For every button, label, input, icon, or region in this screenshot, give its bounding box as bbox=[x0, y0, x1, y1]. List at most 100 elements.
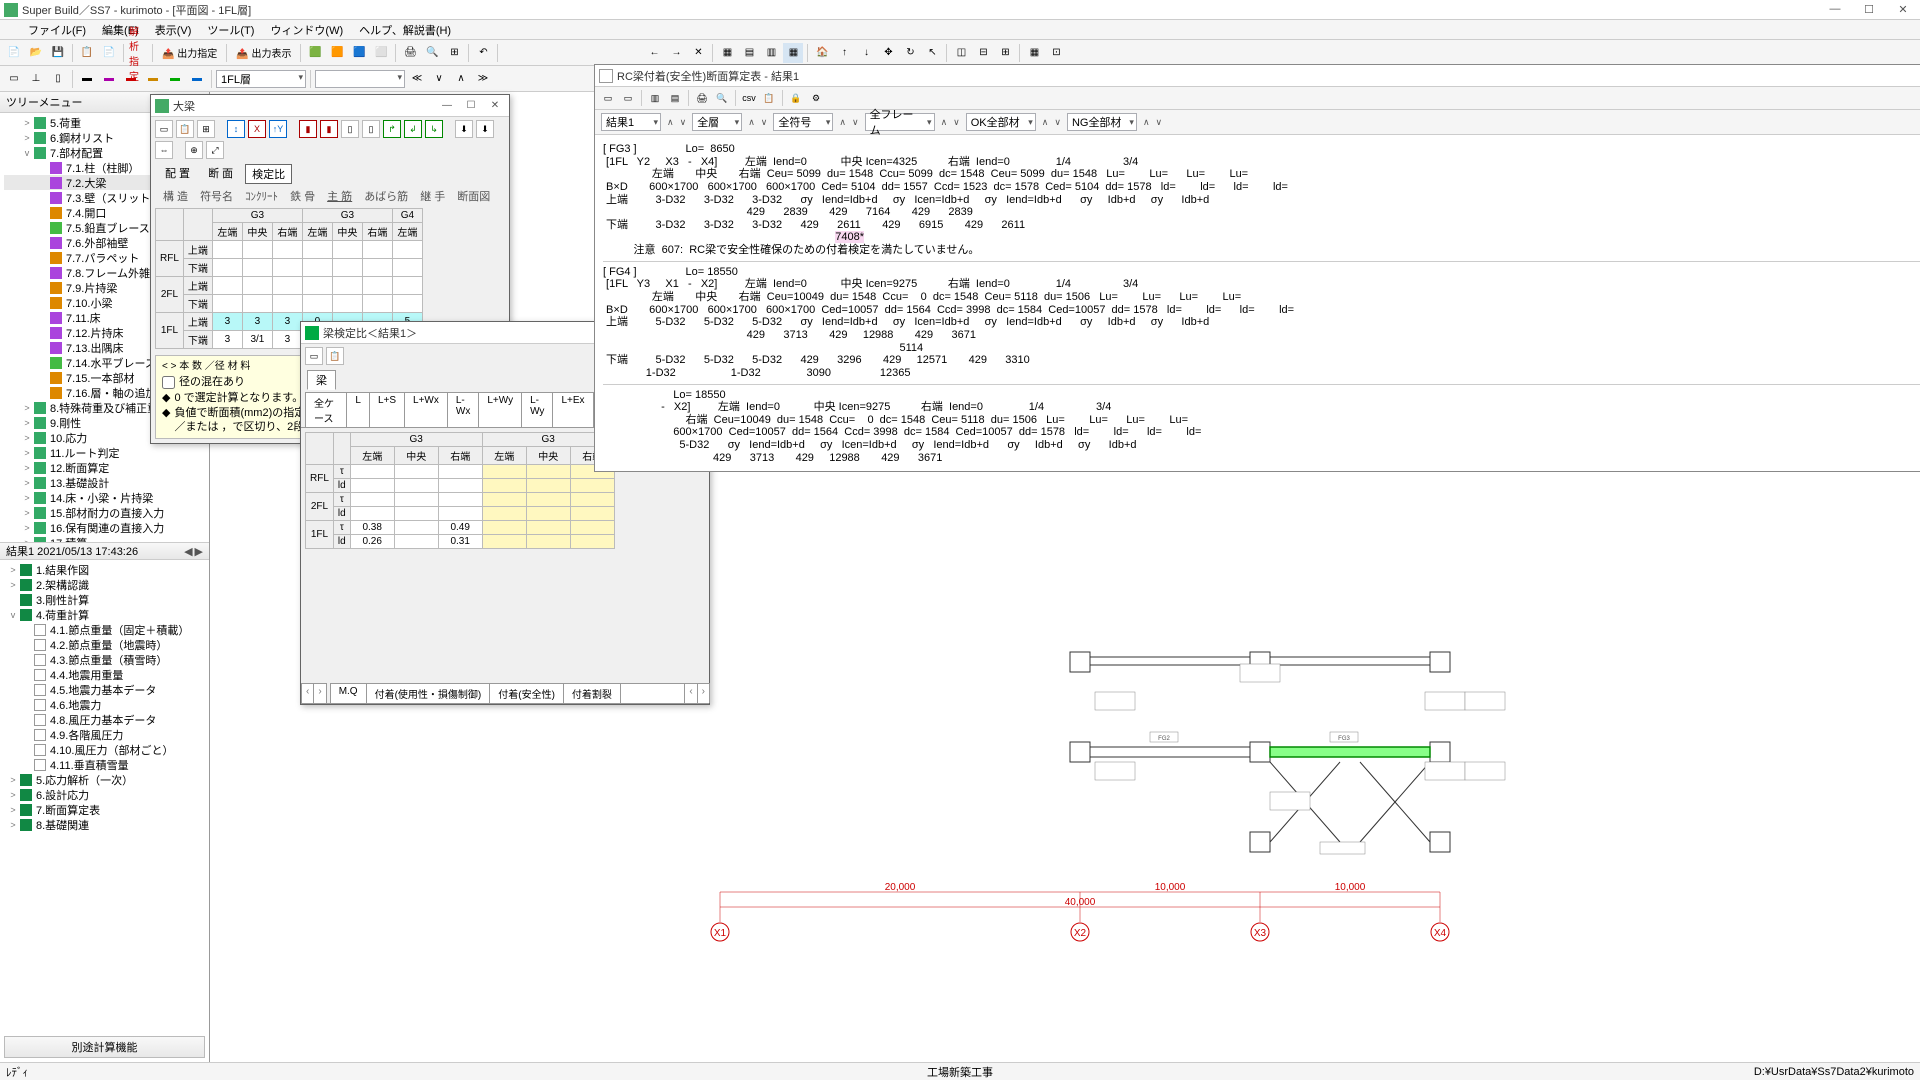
tb2-col3-icon[interactable]: ▬ bbox=[121, 69, 141, 89]
tab-kentei[interactable]: 検定比 bbox=[245, 164, 292, 184]
oobari-min-button[interactable]: — bbox=[437, 100, 457, 111]
tab-haichi[interactable]: 配 置 bbox=[159, 164, 196, 184]
tb-w4-icon[interactable]: ▦ bbox=[1024, 43, 1044, 63]
layer-select-2[interactable] bbox=[315, 70, 405, 88]
wtb-g3-icon[interactable]: ↳ bbox=[425, 120, 443, 138]
tb-home-icon[interactable]: 🏠 bbox=[812, 43, 832, 63]
tb-fwd-icon[interactable]: → bbox=[666, 43, 686, 63]
sub-fugou[interactable]: 符号名 bbox=[196, 188, 237, 204]
filter-ok[interactable]: OK全部材 bbox=[966, 113, 1036, 131]
tb-new-icon[interactable]: 📄 bbox=[4, 43, 24, 63]
rc-adhesion-window[interactable]: RC梁付着(安全性)断面算定表 - 結果1 — ☐ ✕ ▭▭ ▥▤ 🖨🔍 csv… bbox=[594, 64, 1920, 472]
tb-undo-icon[interactable]: ↶ bbox=[473, 43, 493, 63]
wtb-r2-icon[interactable]: ▮ bbox=[320, 120, 338, 138]
tab-danmen[interactable]: 断 面 bbox=[202, 164, 239, 184]
filter-ng[interactable]: NG全部材 bbox=[1067, 113, 1137, 131]
tree-node[interactable]: >13.基礎設計 bbox=[4, 475, 209, 490]
tb-c-icon[interactable]: 🟦 bbox=[349, 43, 369, 63]
tree-node[interactable]: 4.6.地震力 bbox=[4, 697, 209, 712]
case-tab[interactable]: L-Wy bbox=[521, 392, 553, 427]
maximize-button[interactable]: ☐ bbox=[1856, 3, 1882, 16]
case-tab[interactable]: L+S bbox=[369, 392, 405, 427]
oobari-max-button[interactable]: ☐ bbox=[461, 100, 481, 111]
wtb-sort-icon[interactable]: ↕ bbox=[227, 120, 245, 138]
dtb-lock-icon[interactable]: 🔒 bbox=[787, 89, 805, 107]
tb-zoom-icon[interactable]: 🔍 bbox=[422, 43, 442, 63]
sub-kouzo[interactable]: 構 造 bbox=[159, 188, 192, 204]
kentei-grid[interactable]: G3G3左端中央右端左端中央右端RFLτld2FLτld1FLτ0.380.49… bbox=[305, 432, 615, 549]
tb-d-icon[interactable]: ⬜ bbox=[371, 43, 391, 63]
tb2-a-icon[interactable]: ▭ bbox=[4, 69, 24, 89]
tree-node[interactable]: >8.基礎関連 bbox=[4, 817, 209, 832]
filter-sign[interactable]: 全符号 bbox=[773, 113, 833, 131]
tb2-nav1-icon[interactable]: ≪ bbox=[407, 69, 427, 89]
dtb-print-icon[interactable]: 🖨 bbox=[693, 89, 711, 107]
tb-grid4-icon[interactable]: ▦ bbox=[783, 43, 803, 63]
tree-node[interactable]: >15.部材耐力の直接入力 bbox=[4, 505, 209, 520]
btab-adh2[interactable]: 付着(安全性) bbox=[489, 683, 564, 703]
tree-node[interactable]: >16.保有関連の直接入力 bbox=[4, 520, 209, 535]
ktb-1-icon[interactable]: ▭ bbox=[305, 347, 323, 365]
plan-drawing[interactable]: 20,000 10,000 10,000 40,000 X1 X2 X3 X4 bbox=[500, 462, 1920, 1062]
case-tab[interactable]: L+Ex bbox=[552, 392, 593, 427]
tree-node[interactable]: >5.応力解析（一次） bbox=[4, 772, 209, 787]
tb2-b-icon[interactable]: ⊥ bbox=[26, 69, 46, 89]
dock-data[interactable]: [ FG3 ] Lo= 8650 [1FL Y2 X3 - X4] 左端 Ien… bbox=[595, 135, 1920, 461]
tb-fit-icon[interactable]: ⊞ bbox=[444, 43, 464, 63]
extra-calc-button[interactable]: 別途計算機能 bbox=[4, 1036, 205, 1058]
tree-node[interactable]: 4.2.節点重量（地震時） bbox=[4, 637, 209, 652]
tree-node[interactable]: 3.剛性計算 bbox=[4, 592, 209, 607]
tb-move-icon[interactable]: ✥ bbox=[878, 43, 898, 63]
tree-node[interactable]: >1.結果作図 bbox=[4, 562, 209, 577]
wtb-r3-icon[interactable]: ▯ bbox=[341, 120, 359, 138]
tree-node[interactable]: 4.4.地震用重量 bbox=[4, 667, 209, 682]
tree-node[interactable]: >11.ルート判定 bbox=[4, 445, 209, 460]
wtb-r4-icon[interactable]: ▯ bbox=[362, 120, 380, 138]
tb-save-icon[interactable]: 💾 bbox=[48, 43, 68, 63]
wtb-2-icon[interactable]: 📋 bbox=[176, 120, 194, 138]
tb-w5-icon[interactable]: ⊡ bbox=[1046, 43, 1066, 63]
tree-node[interactable]: >14.床・小梁・片持梁 bbox=[4, 490, 209, 505]
tree-node[interactable]: 4.9.各階風圧力 bbox=[4, 727, 209, 742]
tree-node[interactable]: 4.11.垂直積雪量 bbox=[4, 757, 209, 772]
sub-conc[interactable]: ｺﾝｸﾘｰﾄ bbox=[241, 188, 282, 204]
wtb-add-icon[interactable]: ⊕ bbox=[185, 141, 203, 159]
dtb-3-icon[interactable]: ▥ bbox=[646, 89, 664, 107]
case-tab[interactable]: L-Wx bbox=[447, 392, 479, 427]
close-button[interactable]: ✕ bbox=[1890, 3, 1916, 16]
wtb-d2-icon[interactable]: ⬇ bbox=[476, 120, 494, 138]
tree-node[interactable]: 4.3.節点重量（積雪時） bbox=[4, 652, 209, 667]
wtb-g2-icon[interactable]: ↲ bbox=[404, 120, 422, 138]
tree-node[interactable]: >2.架構認識 bbox=[4, 577, 209, 592]
tb-copy-icon[interactable]: 📋 bbox=[77, 43, 97, 63]
dtb-csv-icon[interactable]: csv bbox=[740, 89, 758, 107]
filter-layer[interactable]: 全層 bbox=[692, 113, 742, 131]
tb-out-disp-icon[interactable]: 📤 出力表示 bbox=[231, 43, 296, 63]
result-tree[interactable]: >1.結果作図>2.架構認識3.剛性計算v4.荷重計算4.1.節点重量（固定＋積… bbox=[0, 560, 209, 1032]
menu-file[interactable]: ファイル(F) bbox=[22, 21, 92, 39]
tb-up-icon[interactable]: ↑ bbox=[834, 43, 854, 63]
tb2-col6-icon[interactable]: ▬ bbox=[187, 69, 207, 89]
sub-stirrup[interactable]: あばら筋 bbox=[360, 188, 412, 204]
btab-mq[interactable]: M.Q bbox=[330, 683, 367, 703]
minimize-button[interactable]: — bbox=[1822, 3, 1848, 16]
wtb-link-icon[interactable]: ⇔ bbox=[155, 141, 173, 159]
sub-joint[interactable]: 継 手 bbox=[416, 188, 449, 204]
wtb-3-icon[interactable]: ⊞ bbox=[197, 120, 215, 138]
tb-back-icon[interactable]: ← bbox=[644, 43, 664, 63]
tb2-col2-icon[interactable]: ▬ bbox=[99, 69, 119, 89]
menu-view[interactable]: 表示(V) bbox=[149, 21, 198, 39]
tree-node[interactable]: 4.5.地震力基本データ bbox=[4, 682, 209, 697]
wtb-1-icon[interactable]: ▭ bbox=[155, 120, 173, 138]
tree-node[interactable]: >12.断面算定 bbox=[4, 460, 209, 475]
wtb-x-icon[interactable]: X bbox=[248, 120, 266, 138]
tb2-nav3-icon[interactable]: ∧ bbox=[451, 69, 471, 89]
kentei-tab-beam[interactable]: 梁 bbox=[307, 370, 336, 390]
tree-node[interactable]: >6.設計応力 bbox=[4, 787, 209, 802]
sub-steel[interactable]: 鉄 骨 bbox=[286, 188, 319, 204]
case-tab[interactable]: L+Wy bbox=[478, 392, 522, 427]
tb2-c-icon[interactable]: ▯ bbox=[48, 69, 68, 89]
dtb-1-icon[interactable]: ▭ bbox=[599, 89, 617, 107]
tb-grid1-icon[interactable]: ▦ bbox=[717, 43, 737, 63]
filter-result[interactable]: 結果1 bbox=[601, 113, 661, 131]
